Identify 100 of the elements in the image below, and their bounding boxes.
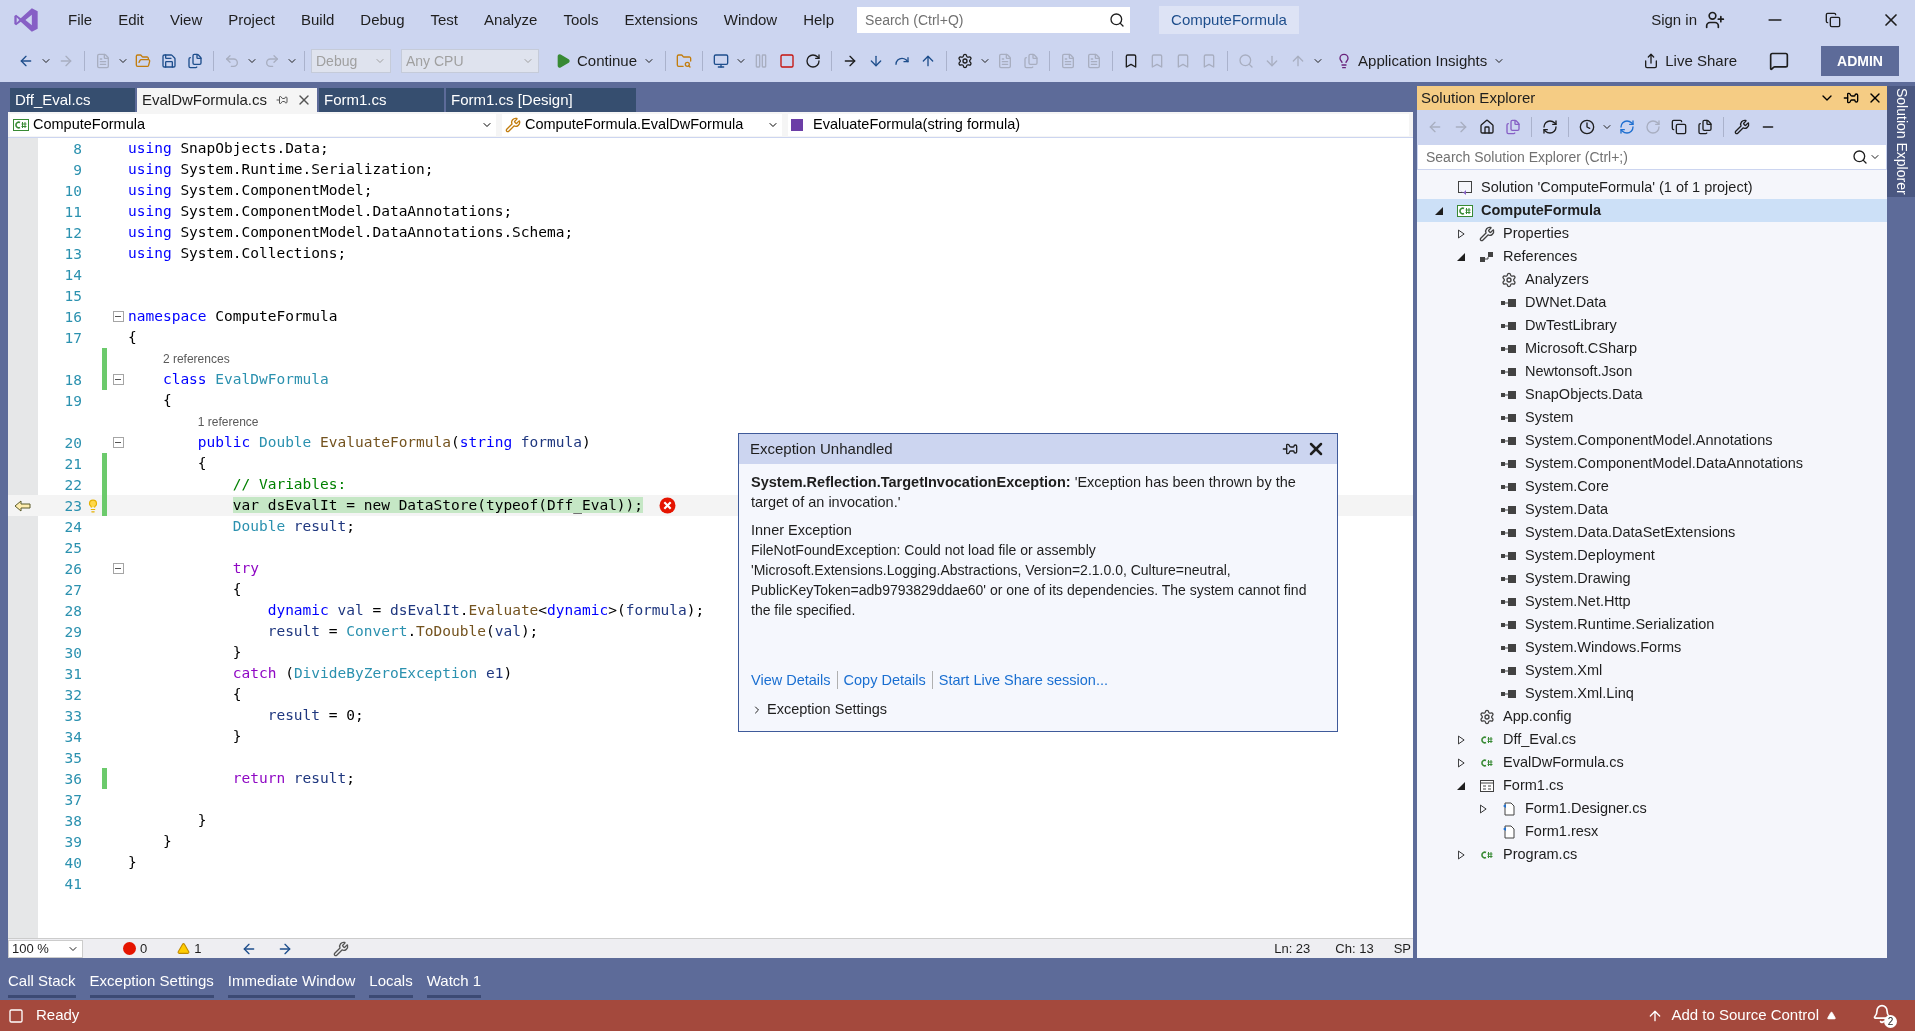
- menu-item[interactable]: Edit: [106, 4, 157, 36]
- pin-icon[interactable]: [1282, 441, 1298, 457]
- tree-item[interactable]: System.Data: [1417, 498, 1887, 521]
- continue-button[interactable]: Continue: [551, 48, 660, 74]
- error-count[interactable]: 0: [123, 938, 148, 959]
- notifications-button[interactable]: 2: [1872, 1001, 1899, 1030]
- menu-item[interactable]: Project: [216, 4, 287, 36]
- tree-item[interactable]: App.config: [1417, 705, 1887, 728]
- menu-item[interactable]: Build: [288, 4, 347, 36]
- status-text: Ready: [36, 1005, 80, 1026]
- side-tab[interactable]: Solution Explorer: [1886, 86, 1915, 197]
- tree-item[interactable]: Program.cs: [1417, 843, 1887, 866]
- menu-item[interactable]: Extensions: [612, 4, 710, 36]
- file-tab[interactable]: EvalDwFormula.cs: [137, 88, 317, 112]
- menu-item[interactable]: Tools: [551, 4, 611, 36]
- expanded-arrow-icon[interactable]: [1457, 781, 1465, 790]
- search-field[interactable]: Search (Ctrl+Q): [856, 6, 1132, 34]
- pin-icon[interactable]: [1843, 90, 1859, 106]
- search-icon[interactable]: [1109, 12, 1126, 28]
- collapse-icon[interactable]: [112, 437, 124, 448]
- tree-item[interactable]: SnapObjects.Data: [1417, 383, 1887, 406]
- tree-item[interactable]: DWNet.Data: [1417, 291, 1887, 314]
- sign-in-button[interactable]: Sign in: [1651, 8, 1697, 32]
- file-tab[interactable]: Form1.cs: [319, 88, 444, 112]
- collapsed-arrow-icon[interactable]: [1457, 734, 1465, 745]
- tree-item[interactable]: Microsoft.CSharp: [1417, 337, 1887, 360]
- application-insights-button[interactable]: Application Insights: [1336, 49, 1506, 73]
- tree-item[interactable]: System.ComponentModel.DataAnnotations: [1417, 452, 1887, 475]
- menu-item[interactable]: Test: [418, 4, 471, 36]
- line-number: 39: [64, 833, 82, 850]
- tree-item[interactable]: System.Core: [1417, 475, 1887, 498]
- tree-item[interactable]: Analyzers: [1417, 268, 1887, 291]
- collapsed-arrow-icon[interactable]: [1457, 757, 1465, 768]
- exception-message: System.Reflection.TargetInvocationException: 'Exception has been thrown by the target of an invocation.': [751, 473, 1297, 512]
- assembly-icon: [1501, 458, 1517, 469]
- line-number: 24: [64, 518, 82, 535]
- csharp-project-icon: [13, 118, 29, 131]
- tree-item[interactable]: System.Drawing: [1417, 567, 1887, 590]
- line-number: 33: [64, 707, 82, 724]
- collapsed-arrow-icon[interactable]: [1457, 228, 1465, 239]
- code-line: {: [196, 453, 207, 473]
- tree-item[interactable]: ComputeFormula: [1417, 199, 1887, 222]
- tree-item[interactable]: Properties: [1417, 222, 1887, 245]
- tree-item[interactable]: EvalDwFormula.cs: [1417, 751, 1887, 774]
- pin-icon[interactable]: [276, 94, 288, 106]
- tree-item[interactable]: References: [1417, 245, 1887, 268]
- restore-icon[interactable]: [1825, 12, 1841, 28]
- tree-item[interactable]: System.Xml.Linq: [1417, 682, 1887, 705]
- tree-label: DwTestLibrary: [1525, 315, 1617, 335]
- tree-item[interactable]: DwTestLibrary: [1417, 314, 1887, 337]
- tree-item[interactable]: Form1.resx: [1417, 820, 1887, 843]
- tree-item[interactable]: Form1.Designer.cs: [1417, 797, 1887, 820]
- search-icon[interactable]: [1852, 149, 1868, 165]
- tree-item[interactable]: Dff_Eval.cs: [1417, 728, 1887, 751]
- details-link[interactable]: View Details: [751, 669, 831, 692]
- tree-item[interactable]: System.Runtime.Serialization: [1417, 613, 1887, 636]
- search-field[interactable]: Search Solution Explorer (Ctrl+;): [1417, 144, 1887, 170]
- tree-item[interactable]: System.Deployment: [1417, 544, 1887, 567]
- code-line: using System.ComponentModel.DataAnnotations;: [128, 201, 513, 221]
- feedback-icon[interactable]: [1769, 51, 1789, 71]
- collapse-icon[interactable]: [112, 563, 124, 574]
- menu-item[interactable]: Window: [711, 4, 790, 36]
- menu-item[interactable]: File: [56, 4, 105, 36]
- tree-item[interactable]: Form1.cs: [1417, 774, 1887, 797]
- tree-item[interactable]: System.Windows.Forms: [1417, 636, 1887, 659]
- collapse-icon[interactable]: [112, 374, 124, 385]
- details-link[interactable]: Start Live Share session...: [938, 669, 1108, 692]
- tree-label: System.Windows.Forms: [1525, 637, 1682, 657]
- live-share-button[interactable]: Live Share: [1643, 49, 1737, 73]
- project-dropdown[interactable]: ComputeFormula: [10, 113, 496, 136]
- tree-item[interactable]: System.Xml: [1417, 659, 1887, 682]
- file-tab[interactable]: Dff_Eval.cs: [10, 88, 135, 112]
- line-number: 19: [64, 392, 82, 409]
- expanded-arrow-icon[interactable]: [1435, 206, 1443, 215]
- collapsed-arrow-icon[interactable]: [1457, 849, 1465, 860]
- tree-item[interactable]: System.ComponentModel.Annotations: [1417, 429, 1887, 452]
- account-button[interactable]: ADMIN: [1821, 46, 1899, 76]
- tree-item[interactable]: System.Net.Http: [1417, 590, 1887, 613]
- details-link[interactable]: Copy Details: [843, 669, 926, 692]
- tree-item[interactable]: Newtonsoft.Json: [1417, 360, 1887, 383]
- expanded-arrow-icon[interactable]: [1457, 252, 1465, 261]
- member-dropdown[interactable]: EvaluateFormula(string formula): [788, 113, 1409, 136]
- reference-count-link[interactable]: 2 references: [162, 349, 230, 368]
- menu-item[interactable]: Debug: [348, 4, 417, 36]
- user-add-icon[interactable]: [1705, 10, 1725, 30]
- source-control-button[interactable]: Add to Source Control: [1647, 1004, 1836, 1027]
- menu-item[interactable]: Help: [791, 4, 847, 36]
- tree-item[interactable]: System.Data.DataSetExtensions: [1417, 521, 1887, 544]
- exception-settings-toggle[interactable]: Exception Settings: [751, 699, 1325, 721]
- warning-count[interactable]: 1: [177, 938, 202, 959]
- zoom-dropdown[interactable]: 100 %: [8, 939, 83, 958]
- tree-item[interactable]: System: [1417, 406, 1887, 429]
- collapsed-arrow-icon[interactable]: [1479, 803, 1487, 814]
- collapse-icon[interactable]: [112, 311, 124, 322]
- menu-item[interactable]: View: [158, 4, 215, 36]
- reference-count-link[interactable]: 1 reference: [197, 412, 259, 431]
- type-dropdown[interactable]: ComputeFormula.EvalDwFormula: [502, 113, 782, 136]
- tree-item[interactable]: Solution 'ComputeFormula' (1 of 1 project): [1417, 176, 1887, 199]
- file-tab[interactable]: Form1.cs [Design]: [446, 88, 636, 112]
- menu-item[interactable]: Analyze: [472, 4, 550, 36]
